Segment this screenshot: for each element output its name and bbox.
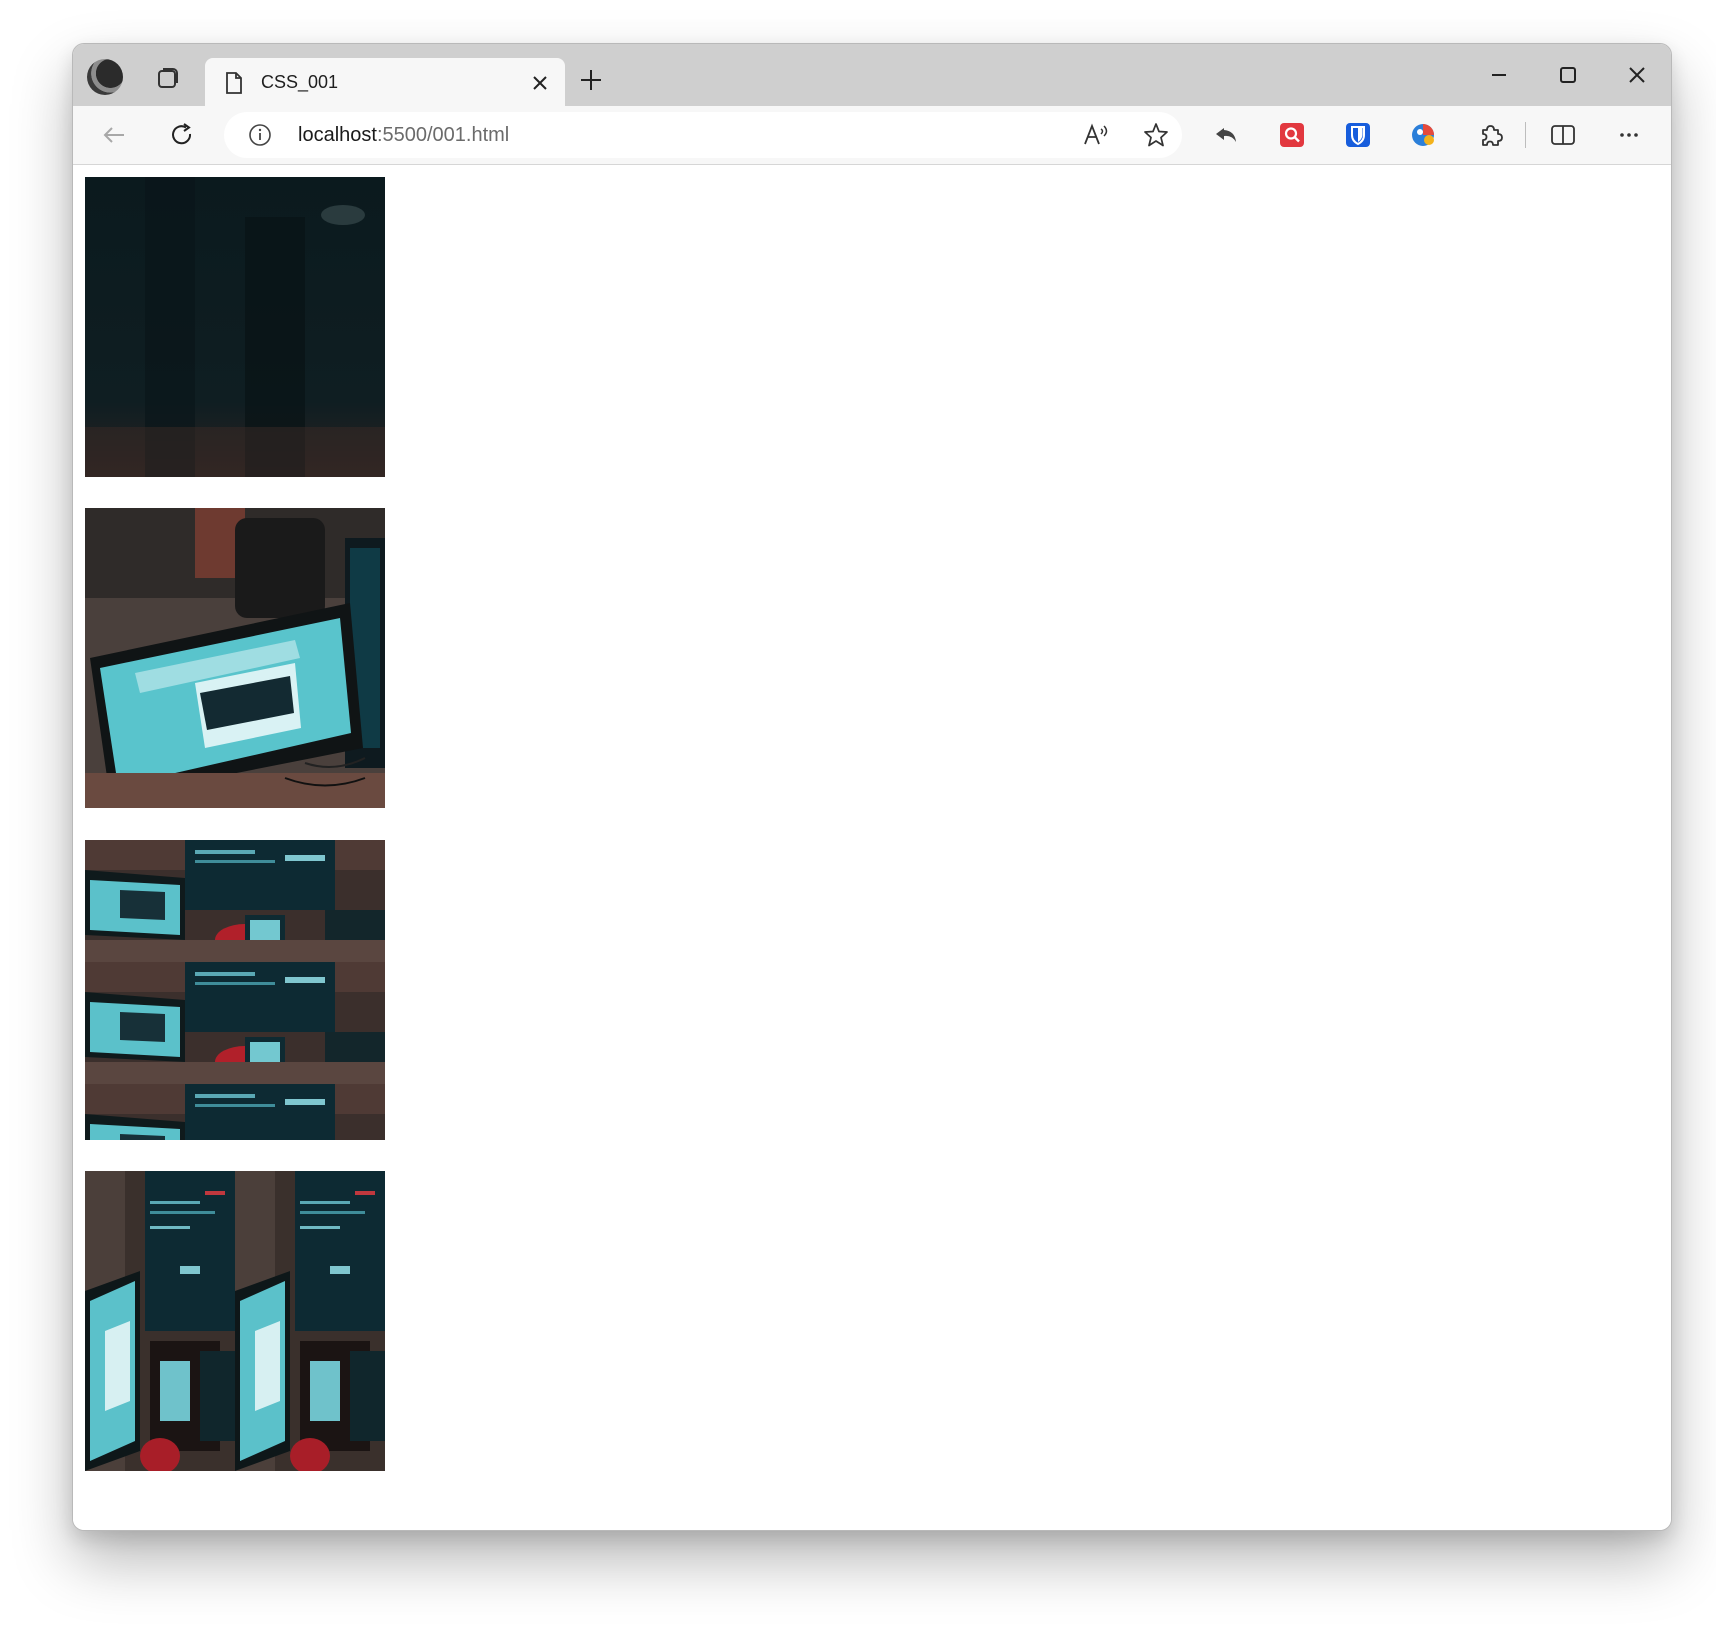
page-icon <box>223 71 245 95</box>
tab-css-001[interactable]: CSS_001 <box>205 58 565 106</box>
url-path: :5500/001.html <box>376 124 510 146</box>
image-computer-monitor <box>85 508 385 808</box>
image-dark-blurred <box>85 177 385 477</box>
image-monitor-repeat-y <box>85 840 385 1140</box>
image-monitor-repeat-x <box>85 1171 385 1471</box>
share-back-icon[interactable] <box>1211 120 1241 150</box>
read-aloud-icon[interactable] <box>1082 121 1110 149</box>
browser-window: CSS_001 localhost:5500/001.html <box>72 43 1672 1531</box>
close-icon[interactable] <box>529 72 551 94</box>
search-extension-icon[interactable] <box>1277 120 1307 150</box>
tab-actions-icon[interactable] <box>153 62 185 94</box>
navigation-toolbar: localhost:5500/001.html <box>73 106 1671 165</box>
info-icon[interactable] <box>248 123 272 147</box>
maximize-icon[interactable] <box>1553 60 1583 90</box>
profile-avatar[interactable] <box>87 59 123 95</box>
url-text[interactable]: localhost:5500/001.html <box>298 124 509 147</box>
close-icon[interactable] <box>1622 60 1652 90</box>
extensions-puzzle-icon[interactable] <box>1476 120 1506 150</box>
colorful-extension-icon[interactable] <box>1409 120 1439 150</box>
page-content <box>73 165 1671 1530</box>
url-host: localhost <box>298 124 377 146</box>
address-bar[interactable]: localhost:5500/001.html <box>224 112 1182 158</box>
tab-title: CSS_001 <box>261 72 339 92</box>
toolbar-divider <box>1525 122 1526 148</box>
plus-icon[interactable] <box>577 66 605 94</box>
split-screen-icon[interactable] <box>1548 120 1578 150</box>
refresh-icon[interactable] <box>167 120 197 150</box>
back-arrow-icon[interactable] <box>99 120 129 150</box>
more-dots-icon[interactable] <box>1614 120 1644 150</box>
bitwarden-shield-icon[interactable] <box>1343 120 1373 150</box>
title-bar: CSS_001 <box>73 44 1671 106</box>
star-icon[interactable] <box>1142 121 1170 149</box>
minimize-icon[interactable] <box>1484 60 1514 90</box>
